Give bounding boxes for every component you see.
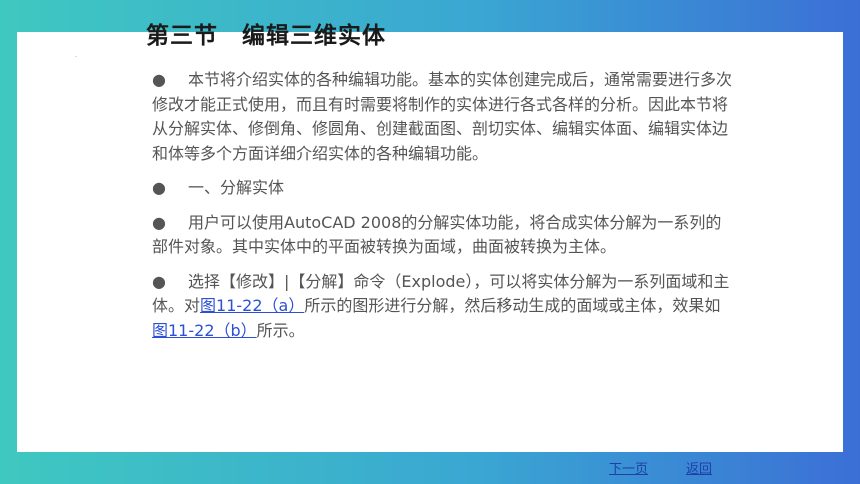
footer-navigation: 下一页 返回	[0, 458, 860, 478]
page-title: 第三节 编辑三维实体	[146, 23, 386, 49]
paragraph-text: 用户可以使用AutoCAD 2008的分解实体功能，将合成实体分解为一系列的部件…	[152, 212, 722, 257]
decorative-dot: ·	[75, 54, 77, 61]
paragraph-text: 本节将介绍实体的各种编辑功能。基本的实体创建完成后，通常需要进行多次修改才能正式…	[152, 70, 733, 163]
bullet-icon: ●	[152, 178, 166, 197]
bullet-icon: ●	[152, 70, 166, 89]
paragraph-heading: ● 一、分解实体	[152, 176, 732, 201]
section-heading: 一、分解实体	[188, 178, 285, 197]
bullet-icon: ●	[152, 271, 166, 291]
paragraph-intro: ● 本节将介绍实体的各种编辑功能。基本的实体创建完成后，通常需要进行多次修改才能正…	[152, 68, 732, 166]
slide-content: ● 本节将介绍实体的各种编辑功能。基本的实体创建完成后，通常需要进行多次修改才能正…	[152, 68, 732, 353]
paragraph-text: 所示的图形进行分解，然后移动生成的面域或主体，效果如	[304, 296, 721, 315]
paragraph-explode-command: ● 选择【修改】|【分解】命令（Explode），可以将实体分解为一系列面域和主体…	[152, 270, 732, 344]
figure-link-b[interactable]: 图11-22（b）	[152, 321, 257, 340]
bullet-icon: ●	[152, 212, 166, 232]
paragraph-explode-feature: ● 用户可以使用AutoCAD 2008的分解实体功能，将合成实体分解为一系列的部…	[152, 211, 732, 260]
paragraph-text: 所示。	[256, 320, 305, 340]
back-link[interactable]: 返回	[686, 458, 712, 477]
next-page-link[interactable]: 下一页	[609, 458, 648, 477]
figure-link-a[interactable]: 图11-22（a）	[200, 296, 304, 315]
